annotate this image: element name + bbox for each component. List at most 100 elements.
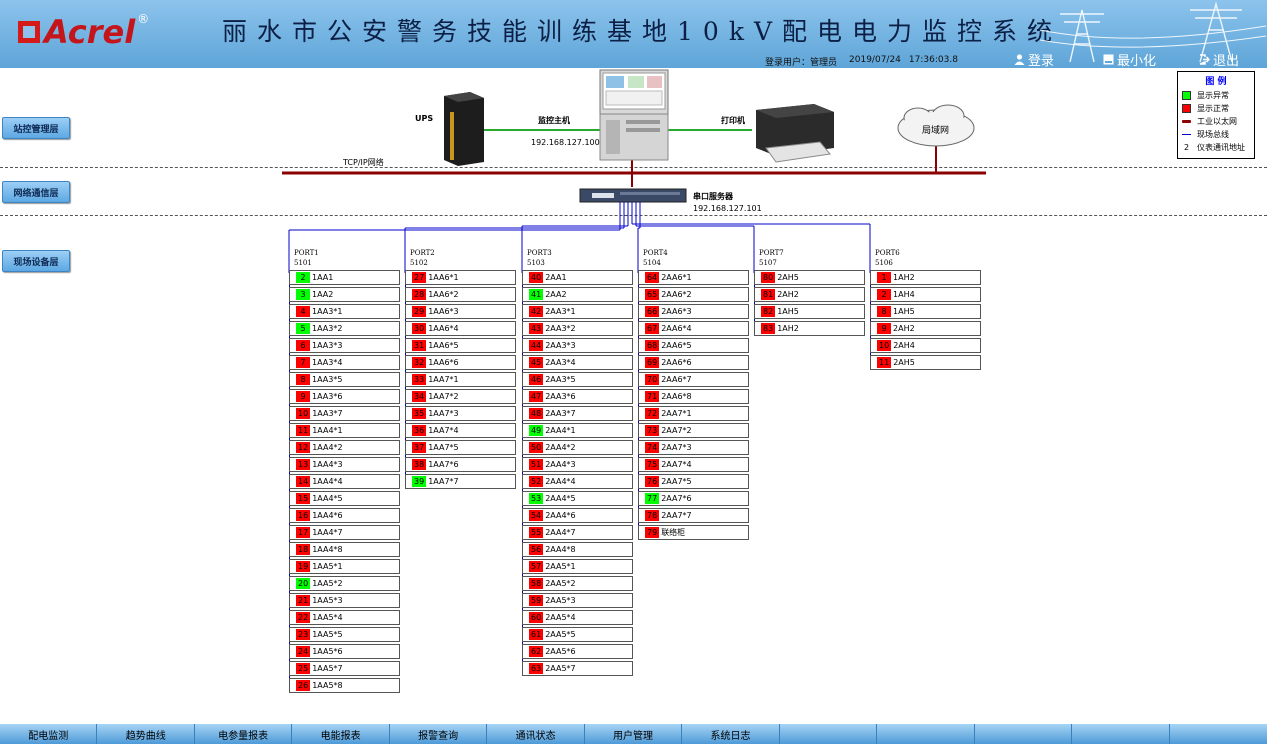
meter-item[interactable]: 9 2AH2 xyxy=(870,321,981,336)
meter-item[interactable]: 42 2AA3*1 xyxy=(522,304,633,319)
login-button[interactable]: 登录 xyxy=(1014,50,1054,69)
meter-item[interactable]: 48 2AA3*7 xyxy=(522,406,633,421)
meter-item[interactable]: 58 2AA5*2 xyxy=(522,576,633,591)
meter-item[interactable]: 28 1AA6*2 xyxy=(405,287,516,302)
meter-item[interactable]: 2 1AH4 xyxy=(870,287,981,302)
meter-item[interactable]: 82 1AH5 xyxy=(754,304,865,319)
nav-tab[interactable]: 通讯状态 xyxy=(487,724,585,744)
meter-item[interactable]: 5 1AA3*2 xyxy=(289,321,400,336)
meter-item[interactable]: 63 2AA5*7 xyxy=(522,661,633,676)
meter-item[interactable]: 13 1AA4*3 xyxy=(289,457,400,472)
meter-item[interactable]: 71 2AA6*8 xyxy=(638,389,749,404)
meter-item[interactable]: 61 2AA5*5 xyxy=(522,627,633,642)
meter-item[interactable]: 72 2AA7*1 xyxy=(638,406,749,421)
meter-item[interactable]: 53 2AA4*5 xyxy=(522,491,633,506)
meter-item[interactable]: 14 1AA4*4 xyxy=(289,474,400,489)
meter-item[interactable]: 9 1AA3*6 xyxy=(289,389,400,404)
meter-item[interactable]: 52 2AA4*4 xyxy=(522,474,633,489)
nav-tab[interactable]: 系统日志 xyxy=(682,724,780,744)
meter-item[interactable]: 74 2AA7*3 xyxy=(638,440,749,455)
nav-tab[interactable]: 趋势曲线 xyxy=(97,724,195,744)
meter-item[interactable]: 31 1AA6*5 xyxy=(405,338,516,353)
meter-item[interactable]: 16 1AA4*6 xyxy=(289,508,400,523)
meter-item[interactable]: 3 1AA2 xyxy=(289,287,400,302)
meter-item[interactable]: 73 2AA7*2 xyxy=(638,423,749,438)
meter-item[interactable]: 55 2AA4*7 xyxy=(522,525,633,540)
meter-item[interactable]: 64 2AA6*1 xyxy=(638,270,749,285)
meter-item[interactable]: 33 1AA7*1 xyxy=(405,372,516,387)
meter-item[interactable]: 1 1AH2 xyxy=(870,270,981,285)
meter-item[interactable]: 65 2AA6*2 xyxy=(638,287,749,302)
nav-tab[interactable] xyxy=(975,724,1073,744)
meter-item[interactable]: 76 2AA7*5 xyxy=(638,474,749,489)
nav-tab[interactable]: 配电监测 xyxy=(0,724,98,744)
meter-item[interactable]: 4 1AA3*1 xyxy=(289,304,400,319)
meter-item[interactable]: 50 2AA4*2 xyxy=(522,440,633,455)
meter-item[interactable]: 49 2AA4*1 xyxy=(522,423,633,438)
meter-item[interactable]: 79 联络柜 xyxy=(638,525,749,540)
meter-item[interactable]: 6 1AA3*3 xyxy=(289,338,400,353)
meter-item[interactable]: 41 2AA2 xyxy=(522,287,633,302)
meter-item[interactable]: 2 1AA1 xyxy=(289,270,400,285)
nav-tab[interactable]: 用户管理 xyxy=(585,724,683,744)
meter-item[interactable]: 40 2AA1 xyxy=(522,270,633,285)
meter-item[interactable]: 8 1AH5 xyxy=(870,304,981,319)
meter-item[interactable]: 83 1AH2 xyxy=(754,321,865,336)
meter-item[interactable]: 57 2AA5*1 xyxy=(522,559,633,574)
meter-item[interactable]: 46 2AA3*5 xyxy=(522,372,633,387)
meter-item[interactable]: 54 2AA4*6 xyxy=(522,508,633,523)
meter-item[interactable]: 70 2AA6*7 xyxy=(638,372,749,387)
meter-item[interactable]: 67 2AA6*4 xyxy=(638,321,749,336)
meter-item[interactable]: 10 2AH4 xyxy=(870,338,981,353)
meter-item[interactable]: 35 1AA7*3 xyxy=(405,406,516,421)
meter-item[interactable]: 18 1AA4*8 xyxy=(289,542,400,557)
meter-item[interactable]: 10 1AA3*7 xyxy=(289,406,400,421)
meter-item[interactable]: 59 2AA5*3 xyxy=(522,593,633,608)
meter-item[interactable]: 51 2AA4*3 xyxy=(522,457,633,472)
meter-item[interactable]: 36 1AA7*4 xyxy=(405,423,516,438)
meter-item[interactable]: 24 1AA5*6 xyxy=(289,644,400,659)
meter-item[interactable]: 38 1AA7*6 xyxy=(405,457,516,472)
meter-item[interactable]: 29 1AA6*3 xyxy=(405,304,516,319)
meter-item[interactable]: 78 2AA7*7 xyxy=(638,508,749,523)
nav-tab[interactable] xyxy=(1170,724,1267,744)
meter-item[interactable]: 30 1AA6*4 xyxy=(405,321,516,336)
meter-item[interactable]: 45 2AA3*4 xyxy=(522,355,633,370)
exit-button[interactable]: 退出 xyxy=(1199,50,1239,69)
meter-item[interactable]: 21 1AA5*3 xyxy=(289,593,400,608)
meter-item[interactable]: 62 2AA5*6 xyxy=(522,644,633,659)
meter-item[interactable]: 8 1AA3*5 xyxy=(289,372,400,387)
meter-item[interactable]: 34 1AA7*2 xyxy=(405,389,516,404)
meter-item[interactable]: 56 2AA4*8 xyxy=(522,542,633,557)
meter-item[interactable]: 80 2AH5 xyxy=(754,270,865,285)
meter-item[interactable]: 60 2AA5*4 xyxy=(522,610,633,625)
meter-item[interactable]: 20 1AA5*2 xyxy=(289,576,400,591)
nav-tab[interactable]: 电参量报表 xyxy=(195,724,293,744)
nav-tab[interactable]: 电能报表 xyxy=(292,724,390,744)
meter-item[interactable]: 7 1AA3*4 xyxy=(289,355,400,370)
meter-item[interactable]: 23 1AA5*5 xyxy=(289,627,400,642)
meter-item[interactable]: 66 2AA6*3 xyxy=(638,304,749,319)
meter-item[interactable]: 69 2AA6*6 xyxy=(638,355,749,370)
minimize-button[interactable]: 最小化 xyxy=(1103,50,1156,69)
meter-item[interactable]: 19 1AA5*1 xyxy=(289,559,400,574)
meter-item[interactable]: 37 1AA7*5 xyxy=(405,440,516,455)
meter-item[interactable]: 39 1AA7*7 xyxy=(405,474,516,489)
nav-tab[interactable] xyxy=(1072,724,1170,744)
meter-item[interactable]: 68 2AA6*5 xyxy=(638,338,749,353)
meter-item[interactable]: 26 1AA5*8 xyxy=(289,678,400,693)
nav-tab[interactable] xyxy=(877,724,975,744)
meter-item[interactable]: 44 2AA3*3 xyxy=(522,338,633,353)
meter-item[interactable]: 11 1AA4*1 xyxy=(289,423,400,438)
meter-item[interactable]: 43 2AA3*2 xyxy=(522,321,633,336)
meter-item[interactable]: 15 1AA4*5 xyxy=(289,491,400,506)
meter-item[interactable]: 12 1AA4*2 xyxy=(289,440,400,455)
meter-item[interactable]: 32 1AA6*6 xyxy=(405,355,516,370)
nav-tab[interactable]: 报警查询 xyxy=(390,724,488,744)
meter-item[interactable]: 27 1AA6*1 xyxy=(405,270,516,285)
meter-item[interactable]: 25 1AA5*7 xyxy=(289,661,400,676)
meter-item[interactable]: 47 2AA3*6 xyxy=(522,389,633,404)
meter-item[interactable]: 22 1AA5*4 xyxy=(289,610,400,625)
meter-item[interactable]: 81 2AH2 xyxy=(754,287,865,302)
meter-item[interactable]: 17 1AA4*7 xyxy=(289,525,400,540)
